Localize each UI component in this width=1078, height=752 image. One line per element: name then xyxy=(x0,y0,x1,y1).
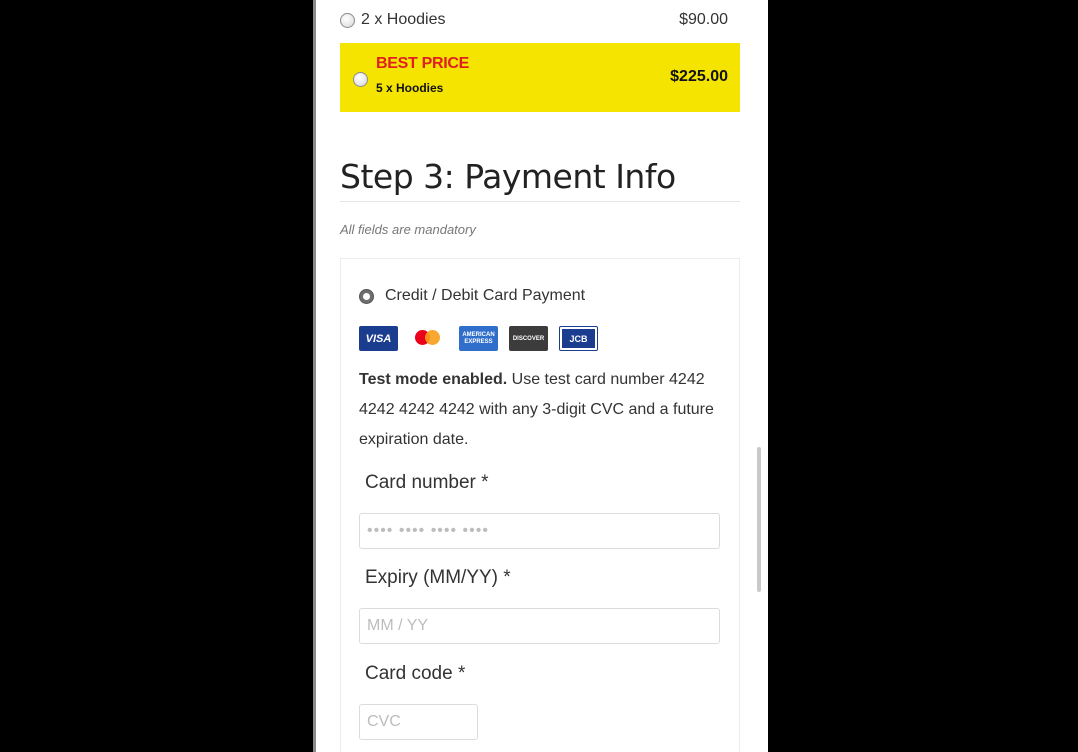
mastercard-icon xyxy=(409,326,448,351)
amex-icon: AMERICAN EXPRESS xyxy=(459,326,498,351)
offer-label: 2 x Hoodies xyxy=(361,11,446,28)
offer-option-2-hoodies[interactable]: 2 x Hoodies $90.00 xyxy=(340,7,740,33)
payment-method-option[interactable]: Credit / Debit Card Payment xyxy=(359,287,585,305)
test-mode-notice: Test mode enabled. Use test card number … xyxy=(359,365,729,455)
discover-icon: DISCOVER xyxy=(509,326,548,351)
mandatory-note: All fields are mandatory xyxy=(340,222,476,237)
offer-label: 5 x Hoodies xyxy=(376,81,444,95)
offer-radio[interactable] xyxy=(353,72,368,87)
scrollbar[interactable] xyxy=(757,447,761,592)
cvc-label: Card code * xyxy=(365,663,466,684)
payment-method-label: Credit / Debit Card Payment xyxy=(385,287,586,304)
test-mode-bold: Test mode enabled. xyxy=(359,371,508,388)
offer-option-best-price[interactable]: BEST PRICE 5 x Hoodies $225.00 xyxy=(340,43,740,112)
offer-price: $225.00 xyxy=(670,68,728,85)
visa-icon: VISA xyxy=(359,326,398,351)
jcb-icon: JCB xyxy=(559,326,598,351)
checkout-page: 2 x Hoodies $90.00 BEST PRICE 5 x Hoodie… xyxy=(313,0,768,752)
card-logos: VISA AMERICAN EXPRESS DISCOVER JCB xyxy=(359,326,609,351)
card-number-label: Card number * xyxy=(365,472,489,493)
divider xyxy=(340,201,740,202)
offer-price: $90.00 xyxy=(679,11,728,28)
offer-radio[interactable] xyxy=(340,12,355,28)
card-number-input[interactable] xyxy=(359,513,720,549)
expiry-label: Expiry (MM/YY) * xyxy=(365,567,511,588)
page-title: Step 3: Payment Info xyxy=(340,157,676,196)
viewport-edge xyxy=(313,0,316,752)
payment-box: Credit / Debit Card Payment VISA AMERICA… xyxy=(340,258,740,752)
payment-method-radio[interactable] xyxy=(359,288,374,304)
cvc-input[interactable] xyxy=(359,704,478,740)
expiry-input[interactable] xyxy=(359,608,720,644)
best-price-tag: BEST PRICE xyxy=(376,55,470,72)
